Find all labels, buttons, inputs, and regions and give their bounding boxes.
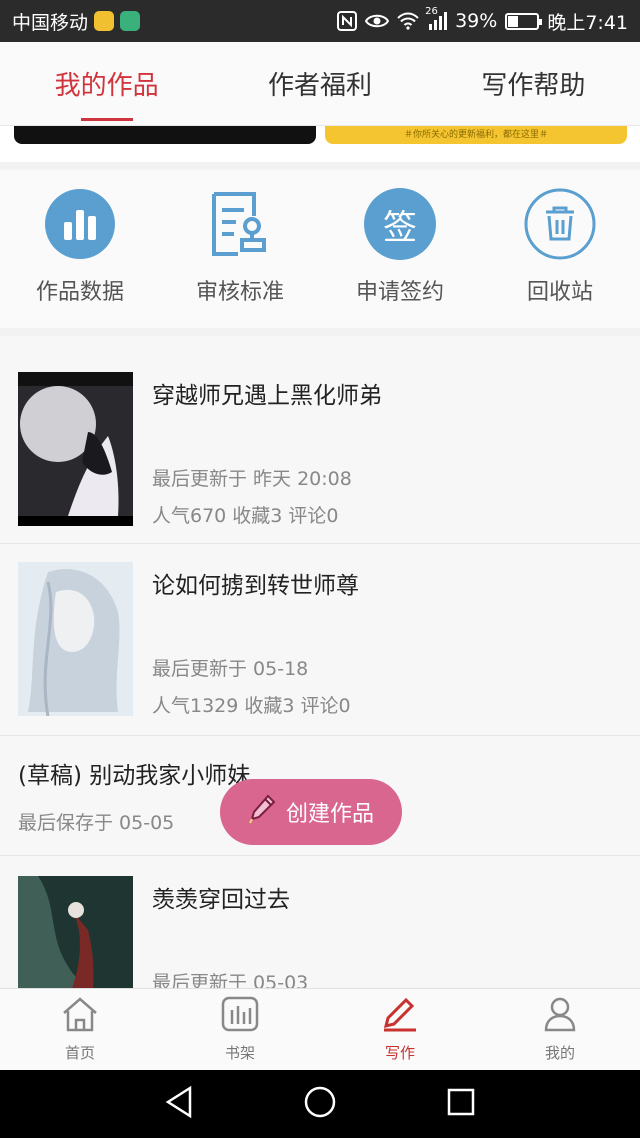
system-nav-bar — [0, 1070, 640, 1138]
banner-left[interactable] — [14, 126, 316, 144]
create-work-button[interactable]: 创建作品 — [220, 779, 402, 845]
top-tabs: 我的作品 作者福利 写作帮助 — [0, 42, 640, 126]
battery-level — [508, 15, 519, 27]
create-work-label: 创建作品 — [285, 802, 374, 827]
nav-home[interactable]: 首页 — [0, 989, 160, 1070]
tab-my-works[interactable]: 我的作品 — [0, 42, 213, 125]
work-item[interactable]: 论如何掳到转世师尊 最后更新于 05-18 人气1329 收藏3 评论0 — [0, 544, 640, 736]
banner-right-text: ＃你所关心的更新福利，都在这里＃ — [403, 130, 548, 140]
document-stamp-icon — [204, 188, 276, 260]
wifi-icon — [397, 12, 419, 30]
work-stats: 人气1329 收藏3 评论0 — [152, 695, 351, 717]
battery-percent: 39% — [455, 10, 498, 32]
tool-label: 审核标准 — [195, 280, 284, 305]
bookshelf-icon — [220, 996, 260, 1036]
nav-writing[interactable]: 写作 — [320, 989, 480, 1070]
banner-strip: ＃你所关心的更新福利，都在这里＃ — [0, 126, 640, 162]
trash-icon — [524, 188, 596, 260]
work-updated: 最后更新于 昨天 20:08 — [152, 468, 352, 490]
home-circle-icon[interactable] — [303, 1085, 337, 1123]
work-stats: 人气670 收藏3 评论0 — [152, 505, 339, 527]
home-icon — [60, 996, 100, 1036]
bar-chart-icon — [44, 188, 116, 260]
apply-contract-button[interactable]: 签 申请签约 — [320, 170, 480, 328]
work-item[interactable]: 穿越师兄遇上黑化师弟 最后更新于 昨天 20:08 人气670 收藏3 评论0 — [0, 336, 640, 544]
tool-label: 申请签约 — [355, 280, 444, 305]
bottom-nav: 首页 书架 写作 我的 — [0, 988, 640, 1070]
network-label: 26 — [425, 6, 438, 17]
work-title: 论如何掳到转世师尊 — [152, 573, 359, 599]
work-cover — [18, 562, 133, 716]
review-standards-button[interactable]: 审核标准 — [160, 170, 320, 328]
pencil-icon — [248, 794, 276, 830]
work-title: 羡羡穿回过去 — [152, 887, 290, 913]
nav-label: 写作 — [384, 1044, 415, 1062]
battery-icon — [505, 12, 543, 30]
work-cover — [18, 372, 133, 526]
work-item[interactable]: 羡羡穿回过去 最后更新于 05-03 — [0, 856, 640, 988]
user-icon — [540, 996, 580, 1036]
work-cover — [18, 876, 133, 988]
sign-icon: 签 — [364, 188, 436, 260]
banner-right[interactable]: ＃你所关心的更新福利，都在这里＃ — [325, 126, 627, 144]
recycle-bin-button[interactable]: 回收站 — [480, 170, 640, 328]
nav-bookshelf[interactable]: 书架 — [160, 989, 320, 1070]
tool-label: 作品数据 — [35, 280, 124, 305]
back-icon[interactable] — [164, 1085, 194, 1123]
work-updated: 最后更新于 05-03 — [152, 972, 309, 988]
clock: 晚上7:41 — [547, 11, 628, 34]
tool-label: 回收站 — [526, 280, 593, 305]
works-list: 穿越师兄遇上黑化师弟 最后更新于 昨天 20:08 人气670 收藏3 评论0 … — [0, 336, 640, 988]
carrier-label: 中国移动 — [12, 11, 89, 34]
tab-writing-help[interactable]: 写作帮助 — [427, 42, 640, 125]
app-notification-icon — [94, 11, 115, 31]
sign-glyph: 签 — [383, 207, 417, 248]
work-data-button[interactable]: 作品数据 — [0, 170, 160, 328]
nfc-icon — [337, 11, 358, 31]
nav-label: 首页 — [64, 1044, 95, 1062]
signal-icon: 26 — [425, 6, 448, 30]
pen-icon — [380, 996, 420, 1036]
nav-label: 我的 — [544, 1044, 575, 1062]
nav-mine[interactable]: 我的 — [480, 989, 640, 1070]
tools-row: 作品数据 审核标准 签 申请签约 回收站 — [0, 170, 640, 328]
nav-label: 书架 — [224, 1044, 255, 1062]
eye-icon — [365, 13, 390, 29]
work-updated: 最后更新于 05-18 — [152, 658, 309, 680]
app-notification-icon — [120, 11, 141, 31]
status-bar: 中国移动 26 39% 晚上7:41 — [0, 0, 640, 42]
work-title: 穿越师兄遇上黑化师弟 — [152, 383, 382, 409]
recents-icon[interactable] — [446, 1087, 476, 1121]
tab-author-benefits[interactable]: 作者福利 — [213, 42, 426, 125]
